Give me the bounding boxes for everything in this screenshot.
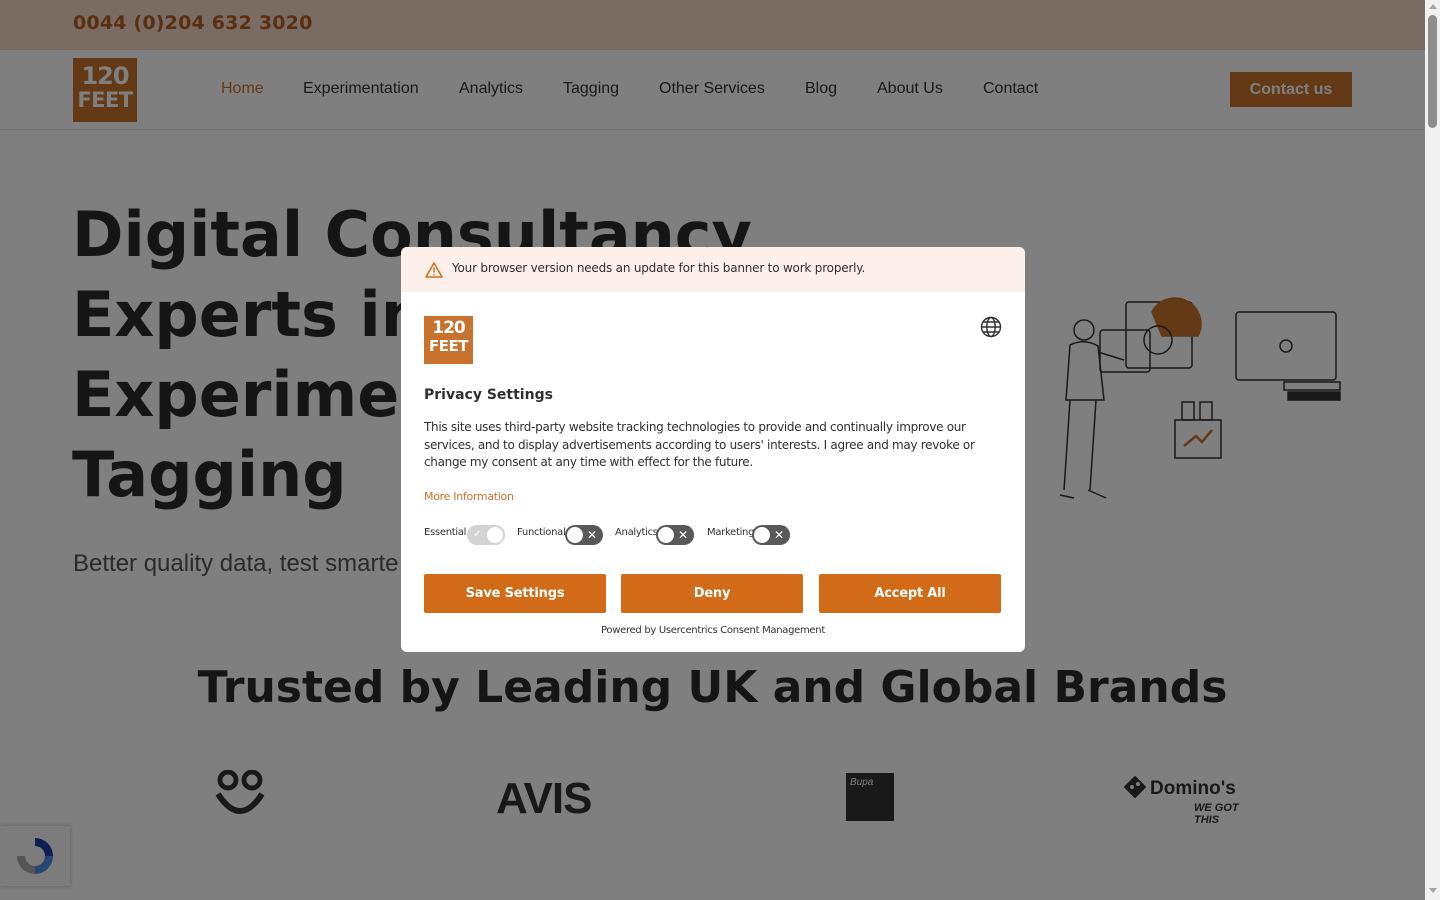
dialog-description: This site uses third-party website track… <box>424 420 975 469</box>
scroll-up-arrow-icon[interactable] <box>1429 4 1437 9</box>
browser-warning-banner: Your browser version needs an update for… <box>401 247 1025 292</box>
close-icon: ✕ <box>587 528 598 542</box>
scroll-down-arrow-icon[interactable] <box>1429 888 1437 893</box>
page-scrollbar[interactable] <box>1425 0 1440 900</box>
toggle-functional[interactable]: ✕ <box>565 525 603 545</box>
toggle-analytics[interactable]: ✕ <box>656 525 694 545</box>
dialog-logo: 120 FEET <box>424 316 473 364</box>
dialog-logo-top: 120 <box>432 318 466 338</box>
more-information-link[interactable]: More Information <box>424 490 514 503</box>
consent-toggles: Essential ✓ Functional ✕ Analytics ✕ Mar… <box>424 525 1004 545</box>
toggle-marketing[interactable]: ✕ <box>752 525 790 545</box>
warning-icon <box>425 262 443 278</box>
dialog-logo-bottom: FEET <box>429 337 468 355</box>
toggle-knob <box>754 527 770 543</box>
powered-by-text: Powered by Usercentrics Consent Manageme… <box>601 625 825 636</box>
toggle-knob <box>658 527 674 543</box>
toggle-label-essential: Essential <box>424 527 467 538</box>
close-icon: ✕ <box>678 528 689 542</box>
privacy-settings-dialog: Your browser version needs an update for… <box>401 247 1025 652</box>
scrollbar-thumb[interactable] <box>1428 15 1437 128</box>
dialog-title: Privacy Settings <box>424 387 553 403</box>
language-globe-icon[interactable] <box>980 316 1002 338</box>
save-settings-button[interactable]: Save Settings <box>424 574 606 613</box>
deny-button[interactable]: Deny <box>621 574 803 613</box>
close-icon: ✕ <box>774 528 785 542</box>
toggle-label-marketing: Marketing <box>707 527 755 538</box>
toggle-label-analytics: Analytics <box>615 527 658 538</box>
accept-all-button[interactable]: Accept All <box>819 574 1001 613</box>
browser-warning-text: Your browser version needs an update for… <box>452 261 866 275</box>
toggle-essential: ✓ <box>467 525 505 545</box>
toggle-label-functional: Functional <box>517 527 566 538</box>
toggle-knob <box>567 527 583 543</box>
toggle-knob <box>487 527 503 543</box>
check-icon: ✓ <box>473 529 482 540</box>
